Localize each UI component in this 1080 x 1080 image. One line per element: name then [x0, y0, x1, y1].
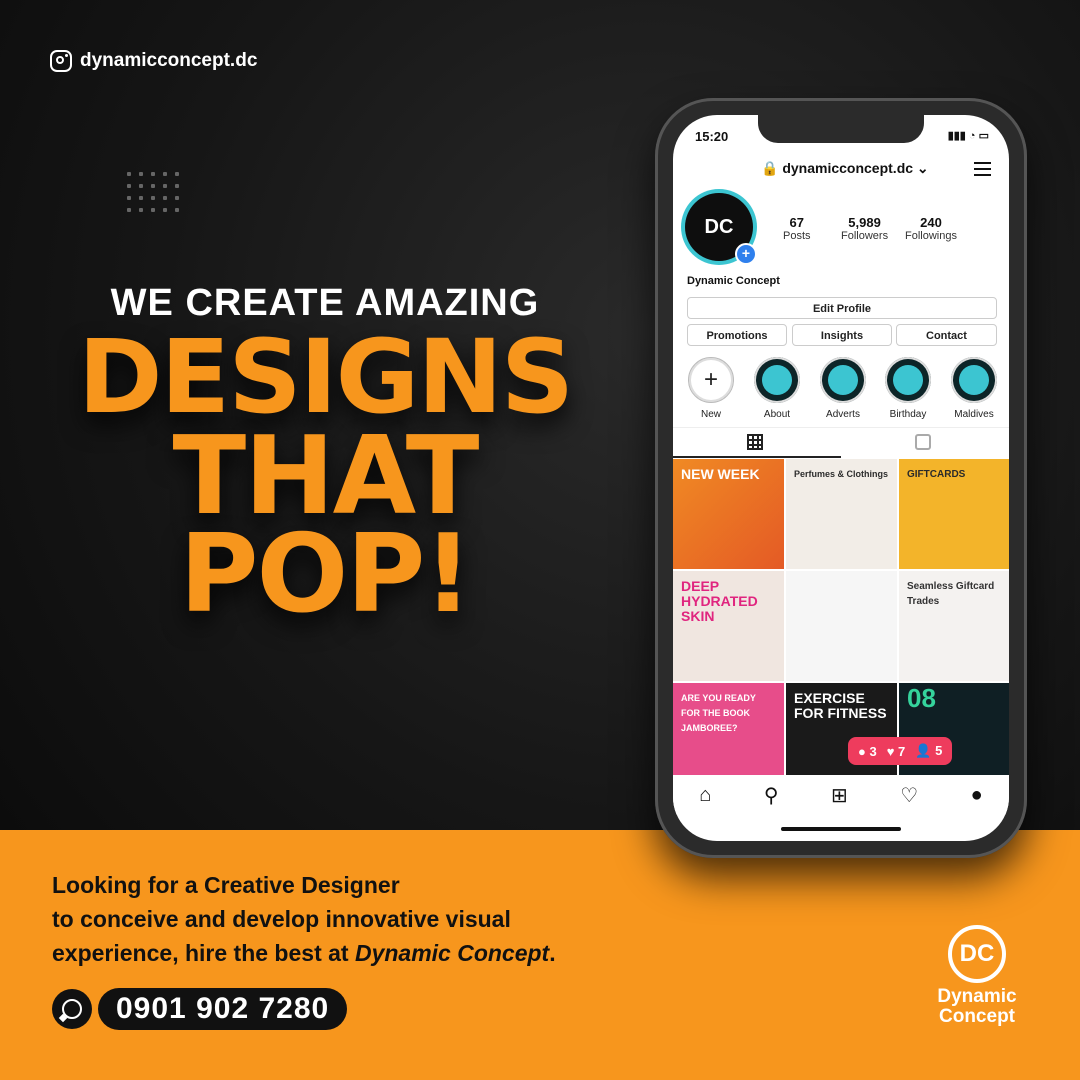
people-icon	[754, 357, 800, 403]
insights-button[interactable]: Insights	[792, 324, 892, 346]
post-tile[interactable]: Perfumes & Clothings	[786, 459, 897, 569]
instagram-handle: dynamicconcept.dc	[50, 50, 257, 72]
contact-phone[interactable]: 0901 902 7280	[52, 988, 348, 1030]
phone-number[interactable]: 0901 902 7280	[98, 988, 348, 1030]
like-count: ♥ 7	[886, 743, 906, 759]
cake-icon	[885, 357, 931, 403]
post-tile[interactable]: GIFTCARDS	[899, 459, 1009, 569]
profile-icon[interactable]: ●	[971, 784, 983, 807]
stat-followers[interactable]: 5,989 Followers	[841, 215, 888, 242]
posts-grid: NEW WEEK Perfumes & Clothings GIFTCARDS …	[673, 459, 1009, 793]
profile-tabs	[673, 427, 1009, 458]
highlight-maldives[interactable]: Maldives	[949, 357, 999, 420]
home-icon[interactable]: ⌂	[699, 784, 711, 807]
add-post-icon[interactable]: ⊞	[831, 783, 848, 808]
home-indicator	[781, 827, 901, 831]
post-tile[interactable]: Seamless Giftcard Trades	[899, 571, 1009, 681]
chat-icon	[951, 357, 997, 403]
plus-icon: +	[688, 357, 734, 403]
profile-avatar[interactable]: DC +	[685, 193, 757, 265]
instagram-icon	[50, 50, 72, 72]
brand-logo: DC Dynamic Concept	[922, 925, 1032, 1027]
promo-blurb: Looking for a Creative Designer to conce…	[52, 872, 556, 966]
edit-profile-button[interactable]: Edit Profile	[687, 297, 997, 319]
stat-followings[interactable]: 240 Followings	[905, 215, 957, 242]
activity-notification[interactable]: ● 3 ♥ 7 👤 5	[848, 737, 953, 765]
phone-notch	[758, 115, 924, 143]
bottom-nav: ⌂ ⚲ ⊞ ♡ ●	[673, 775, 1009, 815]
avatar-logo: DC	[704, 215, 734, 238]
billboard-icon	[820, 357, 866, 403]
handle-text: dynamicconcept.dc	[80, 50, 258, 71]
post-tile[interactable]: NEW WEEK	[673, 459, 784, 569]
highlight-birthday[interactable]: Birthday	[883, 357, 933, 420]
profile-name: Dynamic Concept	[687, 275, 780, 287]
add-story-icon[interactable]: +	[735, 243, 757, 265]
brand-name-line1: Dynamic	[937, 986, 1017, 1007]
dc-logo-icon: DC	[948, 925, 1006, 983]
tagged-icon[interactable]	[915, 434, 931, 450]
heart-icon[interactable]: ♡	[900, 783, 918, 808]
contact-button[interactable]: Contact	[896, 324, 997, 346]
grid-icon[interactable]	[747, 434, 763, 450]
whatsapp-icon	[52, 989, 92, 1029]
profile-username[interactable]: 🔒 dynamicconcept.dc ⌄	[761, 160, 929, 177]
phone-screen: 15:20 ▮▮▮ ◔ ▭ 🔒 dynamicconcept.dc ⌄ DC +…	[673, 115, 1009, 841]
brand-name-line2: Concept	[939, 1006, 1015, 1027]
menu-icon[interactable]	[974, 162, 991, 176]
profile-top-bar: 🔒 dynamicconcept.dc ⌄	[673, 160, 1009, 182]
stat-posts[interactable]: 67 Posts	[783, 215, 811, 242]
comment-count: ● 3	[858, 743, 877, 759]
status-time: 15:20	[695, 129, 729, 144]
active-tab-indicator	[673, 456, 841, 458]
post-tile[interactable]	[786, 571, 897, 681]
follow-count: 👤 5	[915, 743, 943, 758]
decorative-dot-grid	[127, 172, 179, 212]
search-icon[interactable]: ⚲	[764, 783, 779, 808]
phone-mockup: 15:20 ▮▮▮ ◔ ▭ 🔒 dynamicconcept.dc ⌄ DC +…	[655, 98, 1027, 858]
promotions-button[interactable]: Promotions	[687, 324, 787, 346]
highlight-new[interactable]: + New	[686, 357, 736, 420]
headline-pop: POP!	[179, 512, 472, 637]
highlight-adverts[interactable]: Adverts	[818, 357, 868, 420]
post-tile[interactable]: DEEP HYDRATED SKIN	[673, 571, 784, 681]
status-icons: ▮▮▮ ◔ ▭	[947, 130, 989, 142]
highlight-about[interactable]: About	[752, 357, 802, 420]
